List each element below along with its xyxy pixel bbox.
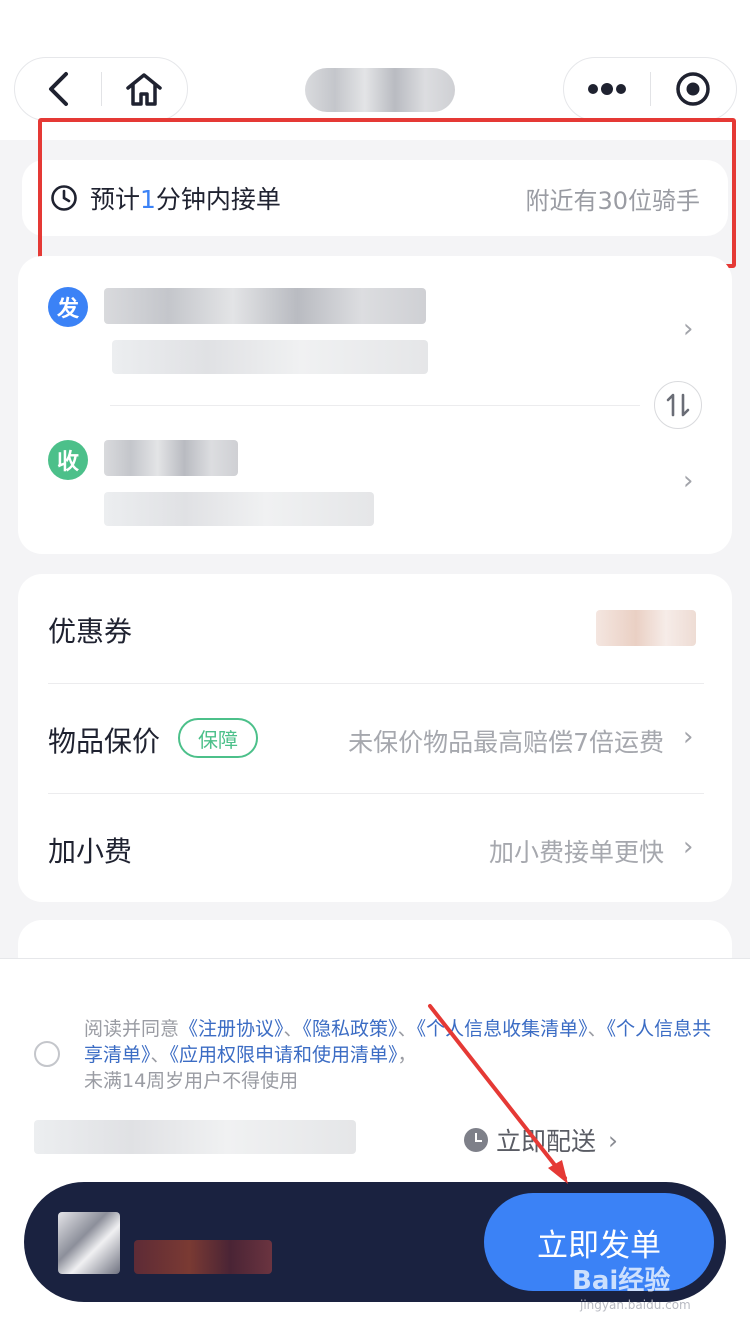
annotation-arrow [428, 1004, 568, 1184]
watermark-site: jingyan.baidu.com [580, 1298, 691, 1312]
watermark-brand: Bai经验 [572, 1266, 671, 1296]
